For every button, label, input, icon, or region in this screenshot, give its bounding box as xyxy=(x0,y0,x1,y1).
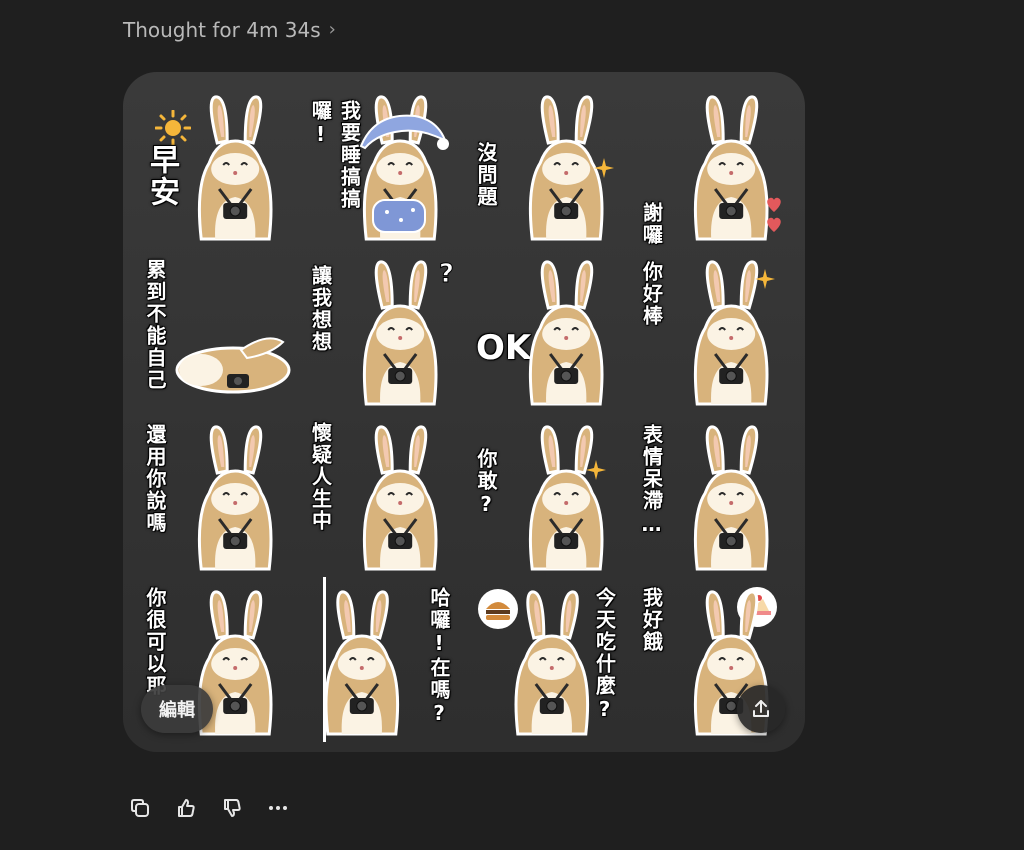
sticker-cell: 你敢? xyxy=(464,412,630,577)
bunny-illustration xyxy=(363,425,438,571)
sticker-cell: 今天吃什麼? xyxy=(464,577,630,742)
sleep-cap-icon xyxy=(359,114,449,150)
more-icon xyxy=(269,806,287,810)
sticker-caption: 你好棒 xyxy=(639,261,664,328)
thumbs-down-button[interactable] xyxy=(216,794,248,822)
bunny-illustration xyxy=(528,425,604,571)
bunny-illustration xyxy=(363,260,438,406)
question-mark-icon: ? xyxy=(438,259,454,290)
more-button[interactable] xyxy=(262,794,294,822)
sun-icon xyxy=(155,110,191,146)
sticker-caption: 懷疑人生中 xyxy=(308,422,333,533)
thought-duration-toggle[interactable]: Thought for 4m 34s › xyxy=(123,18,336,42)
sticker-cell: 早安 xyxy=(133,82,299,247)
sticker-caption: 我好餓 xyxy=(639,587,664,654)
share-button[interactable] xyxy=(737,685,785,733)
sticker-caption: 沒問題 xyxy=(474,142,499,209)
thumbs-up-icon xyxy=(178,799,195,817)
sticker-caption: 哈囉!在嗎? xyxy=(427,587,452,728)
edit-button[interactable]: 編輯 xyxy=(141,685,213,733)
hearts-icon xyxy=(767,197,781,232)
bunny-illustration xyxy=(528,260,604,406)
sticker-cell: 沒問題 xyxy=(464,82,630,247)
bunny-lying-illustration xyxy=(175,337,291,394)
bunny-illustration xyxy=(694,425,769,571)
bunny-illustration xyxy=(514,590,589,736)
sticker-caption: 你敢? xyxy=(474,448,499,519)
sparkle-icon xyxy=(593,158,614,178)
sparkle-icon xyxy=(585,460,606,480)
thumbs-up-button[interactable] xyxy=(170,794,202,822)
sticker-cell: 累到不能自己 xyxy=(133,247,299,412)
sticker-cell: 表情呆滯… xyxy=(630,412,796,577)
sticker-cell: 你好棒 xyxy=(630,247,796,412)
sticker-cell: 哈囉!在嗎? xyxy=(299,577,465,742)
copy-button[interactable] xyxy=(124,794,156,822)
generated-image-card[interactable]: 早安 我要睡搞搞囉! 沒問題 謝囉 累到不能自己 讓我想想 ? OK 你好棒 還… xyxy=(123,72,805,752)
thought-label: Thought for 4m 34s xyxy=(123,18,321,42)
sticker-caption: OK xyxy=(476,328,532,369)
sticker-caption: 還用你說嗎 xyxy=(143,424,168,535)
copy-icon xyxy=(131,799,149,817)
sticker-caption: 謝囉 xyxy=(639,202,664,247)
bunny-illustration xyxy=(197,95,273,241)
sticker-cell: 懷疑人生中 xyxy=(299,412,465,577)
sticker-caption: 早安 xyxy=(144,144,180,209)
share-upload-icon xyxy=(753,700,769,717)
message-actions xyxy=(124,794,294,822)
sticker-grid: 早安 我要睡搞搞囉! 沒問題 謝囉 累到不能自己 讓我想想 ? OK 你好棒 還… xyxy=(133,82,795,742)
sticker-caption: 累到不能自己 xyxy=(143,259,168,392)
sticker-cell: 還用你說嗎 xyxy=(133,412,299,577)
sticker-caption: 你很可以耶 xyxy=(143,587,168,698)
sticker-cell: 我要睡搞搞囉! xyxy=(299,82,465,247)
sticker-cell: OK xyxy=(464,247,630,412)
bunny-illustration xyxy=(197,425,273,571)
sticker-caption: 讓我想想 xyxy=(308,265,333,354)
bunny-illustration xyxy=(324,590,400,736)
chevron-right-icon: › xyxy=(328,18,336,40)
sticker-caption: 表情呆滯… xyxy=(639,424,664,539)
pillow-icon xyxy=(371,199,426,233)
thumbs-down-icon xyxy=(224,799,241,817)
sparkle-icon xyxy=(755,269,775,289)
sticker-cell: 謝囉 xyxy=(630,82,796,247)
sticker-cell: 讓我想想 ? xyxy=(299,247,465,412)
